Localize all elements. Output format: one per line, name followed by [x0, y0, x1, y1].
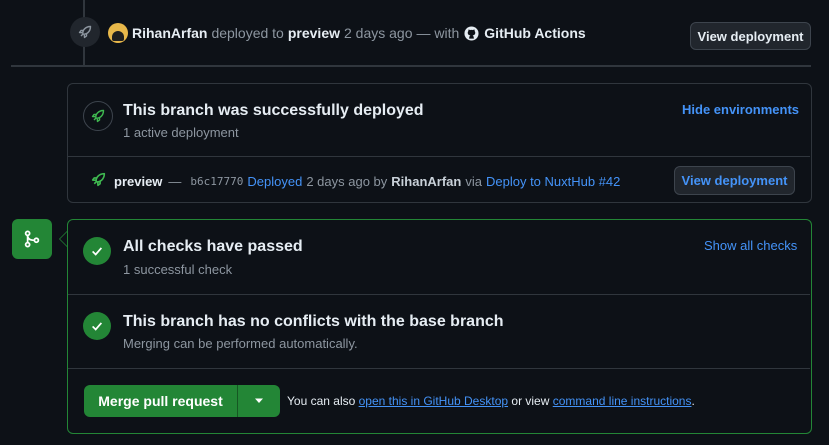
deployed-status-link[interactable]: Deployed [247, 174, 302, 189]
merge-box-divider-2 [68, 368, 810, 369]
checks-subtitle: 1 successful check [123, 262, 233, 277]
merge-box-pointer [59, 231, 67, 247]
open-github-desktop-link[interactable]: open this in GitHub Desktop [359, 394, 508, 408]
merge-button-group: Merge pull request [84, 385, 280, 417]
triangle-down-icon [254, 398, 264, 404]
show-all-checks-link[interactable]: Show all checks [704, 238, 797, 253]
deploy-box-title: This branch was successfully deployed [123, 102, 424, 119]
check-icon [83, 312, 111, 340]
deploy-time: 2 days ago [344, 25, 413, 41]
git-merge-icon [12, 219, 52, 259]
deploy-box-subtitle: 1 active deployment [123, 125, 239, 140]
view-deployment-row-button[interactable]: View deployment [674, 166, 795, 195]
github-icon [464, 25, 479, 41]
deployment-env[interactable]: preview [114, 174, 162, 189]
merge-footer: You can also open this in GitHub Desktop… [287, 394, 695, 408]
deploy-actor[interactable]: GitHub Actions [484, 25, 585, 41]
rocket-icon [70, 17, 100, 47]
workflow-link[interactable]: Deploy to NuxtHub #42 [486, 174, 620, 189]
deployment-time: 2 days ago by [306, 173, 388, 189]
merge-pull-request-button[interactable]: Merge pull request [84, 385, 238, 417]
avatar[interactable] [108, 23, 128, 43]
merge-options-dropdown[interactable] [238, 385, 280, 417]
hide-environments-link[interactable]: Hide environments [682, 102, 799, 117]
deploy-event: RihanArfan deployed to preview 2 days ag… [108, 22, 586, 44]
commit-sha[interactable]: b6c17770 [190, 175, 243, 188]
checks-title: All checks have passed [123, 238, 303, 255]
deploy-box-divider [68, 156, 810, 157]
conflicts-title: This branch has no conflicts with the ba… [123, 313, 504, 330]
deploy-env[interactable]: preview [288, 25, 340, 41]
deployment-via: via [465, 173, 482, 189]
deployment-row: preview — b6c17770 Deployed 2 days ago b… [114, 172, 620, 190]
deploy-verb: deployed to [211, 25, 284, 41]
footer-end: . [691, 394, 695, 408]
timeline-separator [11, 65, 811, 67]
rocket-icon [90, 171, 107, 191]
footer-middle: or view [511, 394, 550, 408]
view-deployment-button[interactable]: View deployment [690, 22, 811, 50]
rocket-icon [83, 101, 113, 131]
check-icon [83, 237, 111, 265]
deployment-dash: — [168, 173, 182, 189]
deployment-user[interactable]: RihanArfan [391, 174, 461, 189]
merge-box-divider-1 [68, 294, 810, 295]
deploy-with: — with [416, 25, 460, 41]
conflicts-subtitle: Merging can be performed automatically. [123, 336, 358, 351]
deploy-user[interactable]: RihanArfan [132, 25, 207, 41]
footer-prefix: You can also [287, 394, 356, 408]
command-line-instructions-link[interactable]: command line instructions [553, 394, 692, 408]
